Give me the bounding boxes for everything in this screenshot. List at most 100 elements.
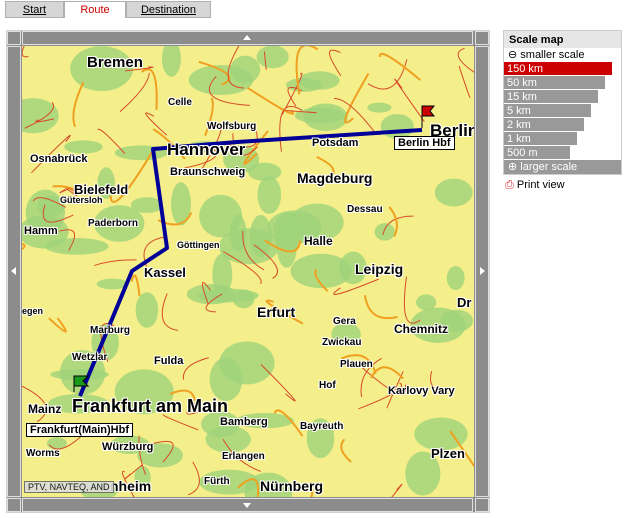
zoom-in-button[interactable]: ⊕ larger scale <box>504 160 621 174</box>
zoom-in-icon: ⊕ <box>508 161 518 173</box>
city-label: Göttingen <box>177 240 220 250</box>
forest-area <box>161 46 181 77</box>
city-label: Fürth <box>204 476 230 487</box>
copyright-notice: PTV, NAVTEQ, AND <box>24 481 114 493</box>
road <box>378 52 421 81</box>
forest-area <box>434 178 473 207</box>
city-label: Braunschweig <box>170 166 246 178</box>
print-view-link[interactable]: ⎙ Print view <box>505 179 565 192</box>
road <box>59 187 70 194</box>
forest-area <box>64 140 103 154</box>
city-label: Worms <box>26 448 60 459</box>
road <box>182 357 209 380</box>
city-label: Hannover <box>167 140 246 159</box>
city-label: Bayreuth <box>300 421 344 432</box>
city-label: Plauen <box>340 359 373 370</box>
city-label: Frankfurt am Main <box>72 396 229 416</box>
zoom-out-label: smaller scale <box>520 49 585 61</box>
tab-bar: Start Route Destination <box>5 1 211 18</box>
scale-level-1[interactable]: 50 km <box>504 76 605 90</box>
forest-area <box>130 197 163 213</box>
zoom-out-icon: ⊖ <box>508 49 518 61</box>
road <box>72 81 85 128</box>
city-label: Dessau <box>347 204 383 215</box>
city-label: egen <box>22 306 44 316</box>
city-label: Wolfsburg <box>207 121 257 132</box>
road <box>97 128 126 154</box>
city-label: Potsdam <box>312 137 359 149</box>
city-label: Magdeburg <box>297 170 373 186</box>
forest-area <box>367 102 392 113</box>
city-label: Erlangen <box>222 451 265 462</box>
city-label: Gütersloh <box>60 195 103 205</box>
forest-area <box>374 223 395 241</box>
city-label: Celle <box>168 97 192 108</box>
pan-east-button[interactable] <box>475 46 489 497</box>
tab-destination[interactable]: Destination <box>126 1 211 18</box>
city-label: Nürnberg <box>260 478 323 494</box>
forest-area <box>219 341 275 385</box>
route-map[interactable]: Bremen Hannover Berlin Celle Wolfsburg Potsda… <box>22 46 474 497</box>
city-label: Marburg <box>90 325 130 336</box>
road <box>130 274 141 296</box>
scale-level-4[interactable]: 2 km <box>504 118 584 132</box>
city-label: Würzburg <box>102 441 154 453</box>
zoom-in-label: larger scale <box>520 161 578 173</box>
road <box>161 293 179 331</box>
city-label: Bamberg <box>220 416 268 428</box>
road <box>344 73 370 124</box>
forest-area <box>205 425 251 453</box>
tab-start[interactable]: Start <box>5 1 64 18</box>
road <box>363 295 398 320</box>
pan-southwest-button[interactable] <box>7 498 21 512</box>
scale-level-0[interactable]: 150 km <box>504 62 612 76</box>
zoom-out-button[interactable]: ⊖ smaller scale <box>504 48 621 62</box>
city-label: nheim <box>110 478 152 494</box>
start-station-label: Frankfurt(Main)Hbf <box>26 423 133 437</box>
road <box>391 483 403 497</box>
forest-area <box>446 266 465 291</box>
pan-north-button[interactable] <box>22 31 473 45</box>
city-label: Hof <box>319 380 336 391</box>
road <box>94 259 137 267</box>
city-label: Fulda <box>154 355 184 367</box>
forest-area <box>285 77 323 92</box>
pan-northwest-button[interactable] <box>7 31 21 45</box>
city-label: Paderborn <box>88 218 139 229</box>
forest-area <box>257 176 282 214</box>
pan-northeast-button[interactable] <box>475 31 489 45</box>
road <box>48 317 67 333</box>
city-label: Bremen <box>87 54 143 71</box>
city-label: Zwickau <box>322 337 362 348</box>
city-label: Kassel <box>144 265 186 280</box>
end-station-label: Berlin Hbf <box>394 136 455 150</box>
forest-area <box>135 292 159 328</box>
city-label: Hamm <box>24 225 58 237</box>
city-label: Leipzig <box>355 261 404 277</box>
scale-panel: Scale map ⊖ smaller scale 150 km 50 km 15 … <box>503 30 622 175</box>
scale-level-2[interactable]: 15 km <box>504 90 598 104</box>
city-label: Plzen <box>431 446 465 461</box>
scale-level-3[interactable]: 5 km <box>504 104 591 118</box>
scale-level-5[interactable]: 1 km <box>504 132 577 146</box>
city-label: Dr <box>457 295 472 310</box>
scale-level-6[interactable]: 500 m <box>504 146 570 160</box>
scale-title: Scale map <box>504 31 621 48</box>
tab-route[interactable]: Route <box>64 1 126 18</box>
city-label: Osnabrück <box>30 153 88 165</box>
city-label: Erfurt <box>257 304 296 320</box>
road <box>328 49 342 77</box>
road <box>458 65 471 98</box>
print-view-label: Print view <box>516 179 565 191</box>
city-label: Karlovy Vary <box>388 385 455 397</box>
road <box>340 438 352 463</box>
pan-south-button[interactable] <box>22 498 473 512</box>
road <box>246 86 294 115</box>
road <box>260 364 296 402</box>
pan-west-button[interactable] <box>7 46 21 497</box>
forest-area <box>256 46 289 69</box>
road <box>188 461 200 496</box>
pan-southeast-button[interactable] <box>475 498 489 512</box>
city-label: Mainz <box>28 402 62 416</box>
printer-icon: ⎙ <box>505 179 514 191</box>
